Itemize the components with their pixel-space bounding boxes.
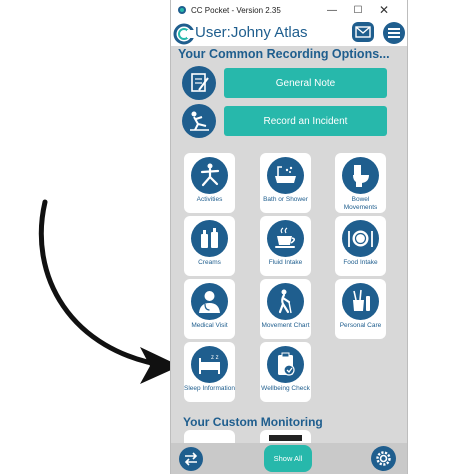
fall-incident-icon (190, 111, 209, 131)
footer-bar: Show All (171, 443, 407, 474)
note-pencil-icon (191, 73, 209, 92)
tile-creams[interactable]: Creams (184, 216, 235, 276)
tile-label: Medical Visit (191, 322, 228, 329)
bed-zzz-icon: z z (199, 355, 220, 374)
tile-sleep-information[interactable]: z z Sleep Information (184, 342, 235, 402)
common-options-heading: Your Common Recording Options... (178, 47, 390, 61)
tile-movement-chart[interactable]: Movement Chart (260, 279, 311, 339)
minimize-icon: — (327, 4, 337, 16)
settings-button[interactable] (371, 446, 396, 471)
mail-button[interactable] (352, 22, 374, 42)
tile-label: Movement Chart (261, 322, 310, 329)
user-name-label: User:Johny Atlas (195, 24, 308, 41)
show-all-button[interactable]: Show All (264, 445, 312, 472)
doctor-icon (199, 291, 220, 313)
tile-label: Fluid Intake (268, 259, 303, 266)
tile-label: Creams (198, 259, 221, 266)
tile-label: Personal Care (339, 322, 382, 329)
record-incident-icon-button[interactable] (182, 104, 216, 138)
tile-label: Bowel Movements (343, 196, 378, 211)
tile-medical-visit[interactable]: Medical Visit (184, 279, 235, 339)
tile-label: Food Intake (343, 259, 378, 266)
clipboard-check-icon (278, 352, 295, 376)
mail-icon (355, 26, 371, 38)
maximize-icon: ☐ (353, 4, 363, 16)
gear-icon (376, 451, 391, 466)
tile-personal-care[interactable]: Personal Care (335, 279, 386, 339)
hamburger-menu-icon (388, 28, 400, 38)
minimize-button[interactable]: — (319, 0, 345, 20)
cc-logo-icon (173, 23, 195, 45)
toothbrush-cup-icon (353, 289, 370, 311)
cream-bottles-icon (201, 228, 218, 248)
tile-fluid-intake[interactable]: Fluid Intake (260, 216, 311, 276)
maximize-button[interactable]: ☐ (345, 0, 371, 20)
walking-cane-icon (278, 289, 292, 314)
general-note-button[interactable]: General Note (224, 68, 387, 98)
teacup-icon (275, 227, 296, 248)
custom-tile[interactable] (260, 430, 311, 444)
user-prefix: User: (195, 24, 231, 41)
tile-food-intake[interactable]: Food Intake (335, 216, 386, 276)
toilet-icon (353, 165, 369, 187)
yoga-pose-icon (200, 163, 220, 187)
user-header: User:Johny Atlas (171, 20, 407, 46)
window-title: CC Pocket - Version 2.35 (191, 5, 281, 15)
general-note-icon-button[interactable] (182, 66, 216, 100)
tile-label: Wellbeing Check (261, 385, 310, 392)
tile-label: Bath or Shower (263, 196, 308, 203)
switch-button[interactable] (179, 447, 203, 471)
tile-label: Activities (196, 196, 223, 203)
app-window: CC Pocket - Version 2.35 — ☐ ✕ User:John… (170, 0, 408, 474)
user-name: Johny Atlas (230, 24, 308, 41)
app-logo-icon (178, 6, 186, 14)
tile-wellbeing-check[interactable]: Wellbeing Check (260, 342, 311, 402)
tile-label: Sleep Information (184, 385, 235, 392)
custom-monitoring-heading: Your Custom Monitoring (183, 415, 323, 429)
custom-tile-image (269, 435, 302, 441)
tile-activities[interactable]: Activities (184, 153, 235, 213)
tile-bath-or-shower[interactable]: Bath or Shower (260, 153, 311, 213)
tile-bowel-movements[interactable]: Bowel Movements (335, 153, 386, 213)
menu-button[interactable] (383, 22, 405, 44)
plate-cutlery-icon (348, 230, 373, 247)
close-button[interactable]: ✕ (371, 0, 397, 20)
swap-arrows-icon (184, 452, 198, 466)
close-icon: ✕ (378, 3, 390, 17)
bathtub-icon (275, 166, 296, 183)
record-incident-button[interactable]: Record an Incident (224, 106, 387, 136)
title-bar: CC Pocket - Version 2.35 — ☐ ✕ (171, 0, 407, 20)
custom-tile[interactable] (184, 430, 235, 444)
svg-text:z z: z z (211, 355, 219, 361)
